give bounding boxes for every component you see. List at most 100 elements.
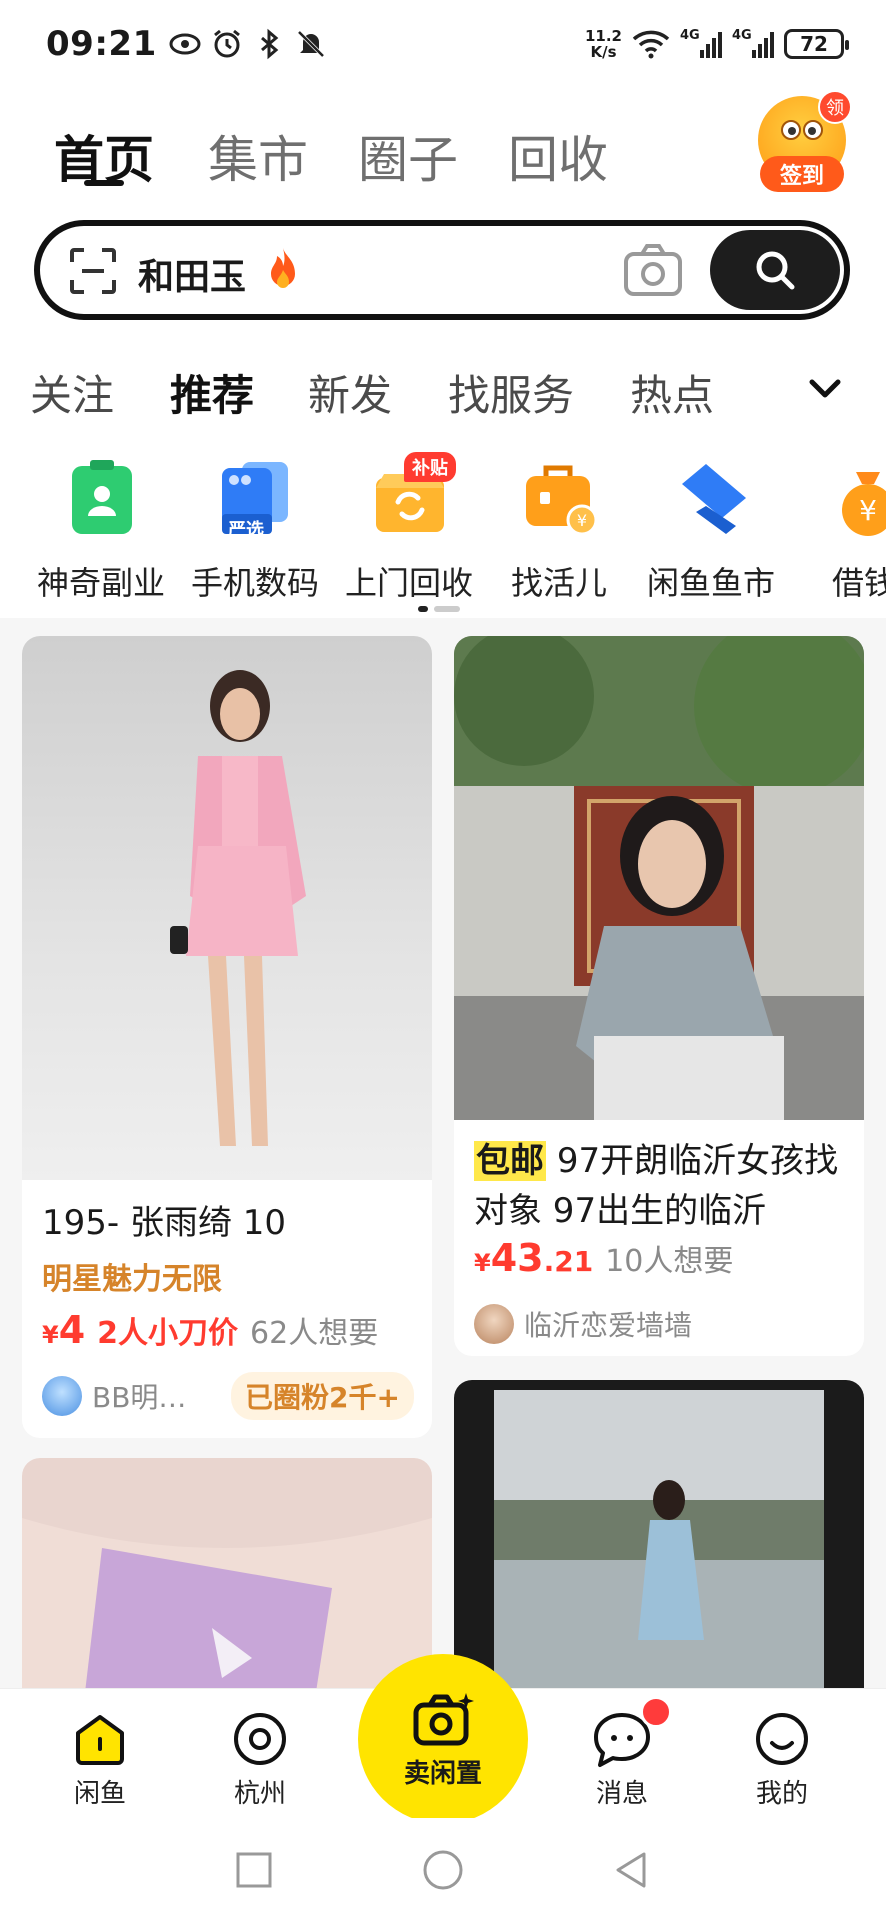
status-bar: 09:21 11.2 K/s 4G 4G 72 xyxy=(0,0,886,88)
cat-tab-new[interactable]: 新发 xyxy=(308,362,392,423)
search-icon xyxy=(756,251,795,290)
camera-sparkle-icon xyxy=(413,1692,474,1745)
avatar xyxy=(474,1304,514,1344)
tab-circle[interactable]: 圈子 xyxy=(358,120,458,192)
service-label: 上门回收 xyxy=(344,564,473,602)
price-line: ¥4 2人小刀价 62人想要 xyxy=(42,1308,378,1352)
money-bag-icon: ¥ xyxy=(842,472,886,536)
svg-text:¥: ¥ xyxy=(577,511,587,530)
briefcase-icon: ¥ xyxy=(526,465,598,536)
svg-text:¥: ¥ xyxy=(859,494,877,527)
battery-indicator: 72 xyxy=(784,29,849,59)
signin-button[interactable]: 领 签到 xyxy=(758,90,852,200)
cat-tab-services[interactable]: 找服务 xyxy=(448,362,574,423)
tab-active-indicator xyxy=(84,180,124,186)
wifi-icon xyxy=(632,30,670,59)
service-gig[interactable]: ¥ 找活儿 xyxy=(484,458,634,608)
product-image xyxy=(454,636,864,1120)
top-nav: 首页 集市 圈子 回收 领 签到 xyxy=(0,88,886,212)
home-icon[interactable] xyxy=(421,1848,465,1892)
price: ¥4 xyxy=(42,1308,85,1352)
net-speed: 11.2 K/s xyxy=(585,28,622,60)
price-value: 4 xyxy=(58,1308,86,1352)
recent-apps-icon[interactable] xyxy=(232,1848,276,1892)
nav-xianyu[interactable]: 闲鱼 xyxy=(40,1707,160,1810)
search-query: 和田玉 xyxy=(138,257,247,298)
seller-name: 临沂恋爱墙墙 xyxy=(524,1309,693,1342)
seller-info[interactable]: BB明… xyxy=(42,1376,186,1416)
product-title: 包邮 97开朗临沂女孩找对象 97出生的临沂 xyxy=(474,1136,848,1236)
fire-icon xyxy=(271,248,295,288)
carousel-dots xyxy=(418,606,460,612)
search-button[interactable] xyxy=(710,230,840,310)
location-icon xyxy=(234,1713,286,1765)
tab-market[interactable]: 集市 xyxy=(208,120,308,192)
search-bar-area: 和田玉 xyxy=(0,212,886,338)
nav-me[interactable]: 我的 xyxy=(722,1707,842,1810)
signal-strength-1: 4G xyxy=(680,28,722,58)
signal-type-2: 4G xyxy=(732,28,752,43)
price-line: ¥43.21 10人想要 xyxy=(474,1236,733,1280)
discount-text: 2人小刀价 xyxy=(97,1316,239,1351)
price-symbol: ¥ xyxy=(42,1321,59,1349)
cat-tab-recommend[interactable]: 推荐 xyxy=(170,362,254,423)
service-badge: 补贴 xyxy=(404,452,456,482)
seller-info[interactable]: 临沂恋爱墙墙 xyxy=(474,1304,692,1344)
service-sub-label: 严选 xyxy=(228,520,264,541)
avatar xyxy=(42,1376,82,1416)
service-label: 借钱 xyxy=(832,564,886,602)
signin-label: 签到 xyxy=(760,156,844,192)
system-nav-bar xyxy=(0,1818,886,1920)
eye-icon xyxy=(169,33,201,55)
product-image xyxy=(22,636,432,1180)
seller-name: BB明… xyxy=(92,1381,187,1414)
free-shipping-tag: 包邮 xyxy=(474,1141,546,1181)
mascot-eyes-icon xyxy=(781,120,823,140)
cat-tab-follow[interactable]: 关注 xyxy=(30,362,114,423)
service-loan[interactable]: ¥ 借钱 xyxy=(792,458,886,608)
search-input[interactable]: 和田玉 xyxy=(34,220,850,320)
smiley-icon xyxy=(756,1713,808,1765)
status-time: 09:21 xyxy=(46,24,157,64)
price-value: 43 xyxy=(490,1236,544,1280)
product-brand-line: 明星魅力无限 xyxy=(42,1262,222,1297)
wants-count: 62人想要 xyxy=(250,1316,379,1351)
service-side-job[interactable]: 神奇副业 xyxy=(26,458,176,608)
signal-type-1: 4G xyxy=(680,28,700,43)
back-icon[interactable] xyxy=(610,1848,654,1892)
signal-strength-2: 4G xyxy=(732,28,774,58)
service-recycle[interactable]: 补贴 上门回收 xyxy=(334,452,484,608)
bluetooth-icon xyxy=(260,28,279,60)
tab-recycle[interactable]: 回收 xyxy=(508,120,608,192)
service-phones[interactable]: 严选 手机数码 xyxy=(180,458,330,608)
nav-label: 我的 xyxy=(755,1779,808,1809)
service-fish-market[interactable]: 闲鱼鱼市 xyxy=(636,458,786,608)
service-shortcuts: 神奇副业 严选 手机数码 补贴 上门回收 ¥ 找活儿 闲鱼鱼市 ¥ 借钱 xyxy=(0,448,886,618)
nav-city[interactable]: 杭州 xyxy=(200,1707,320,1810)
mute-bell-icon xyxy=(297,30,325,58)
chevron-down-icon[interactable] xyxy=(806,374,844,404)
product-card[interactable]: 195- 张雨绮 10 明星魅力无限 ¥4 2人小刀价 62人想要 BB明… 已… xyxy=(22,636,432,1438)
alarm-icon xyxy=(213,29,240,58)
net-speed-value: 11.2 xyxy=(584,27,622,45)
service-label: 闲鱼鱼市 xyxy=(646,564,775,602)
service-label: 手机数码 xyxy=(190,564,319,602)
product-card[interactable] xyxy=(454,1380,864,1720)
product-image xyxy=(454,1380,864,1720)
sell-button[interactable]: 卖闲置 xyxy=(358,1654,528,1824)
camera-icon[interactable] xyxy=(622,240,684,300)
service-label: 找活儿 xyxy=(510,564,607,602)
cat-tab-hot[interactable]: 热点 xyxy=(630,362,714,423)
scan-icon[interactable] xyxy=(68,246,118,296)
home-fish-icon xyxy=(76,1715,124,1765)
nav-label: 杭州 xyxy=(233,1779,286,1809)
product-card[interactable] xyxy=(22,1458,432,1718)
fans-badge: 已圈粉2千+ xyxy=(231,1372,414,1420)
nav-label: 消息 xyxy=(595,1779,648,1809)
price-decimal: .21 xyxy=(543,1245,594,1278)
product-card[interactable]: 包邮 97开朗临沂女孩找对象 97出生的临沂 ¥43.21 10人想要 临沂恋爱… xyxy=(454,636,864,1356)
id-card-icon xyxy=(72,460,132,534)
product-title: 195- 张雨绮 10 xyxy=(42,1203,287,1243)
price: ¥43.21 xyxy=(474,1236,593,1280)
sell-label: 卖闲置 xyxy=(403,1758,482,1789)
